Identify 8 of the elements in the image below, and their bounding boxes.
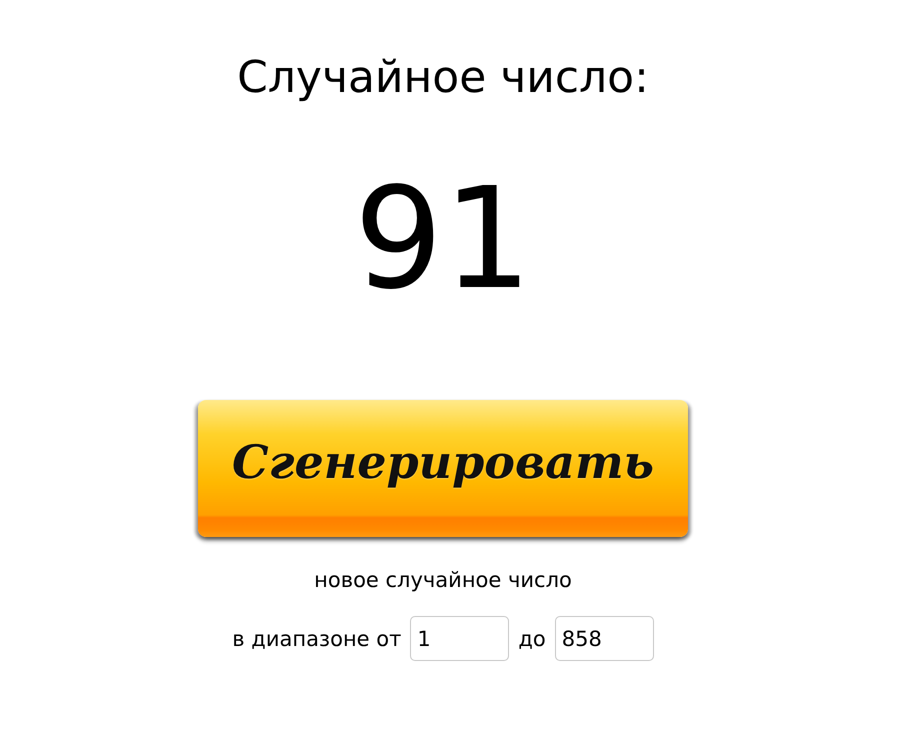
range-to-label: до: [518, 626, 546, 652]
range-from-label: в диапазоне от: [232, 626, 402, 652]
generate-button[interactable]: Сгенерировать: [198, 400, 688, 537]
page-title: Случайное число:: [237, 51, 649, 105]
caption-text: новое случайное число: [314, 567, 572, 594]
range-from-input[interactable]: 1: [410, 616, 510, 661]
random-number: 91: [354, 160, 532, 320]
range-to-input[interactable]: 858: [554, 616, 654, 661]
